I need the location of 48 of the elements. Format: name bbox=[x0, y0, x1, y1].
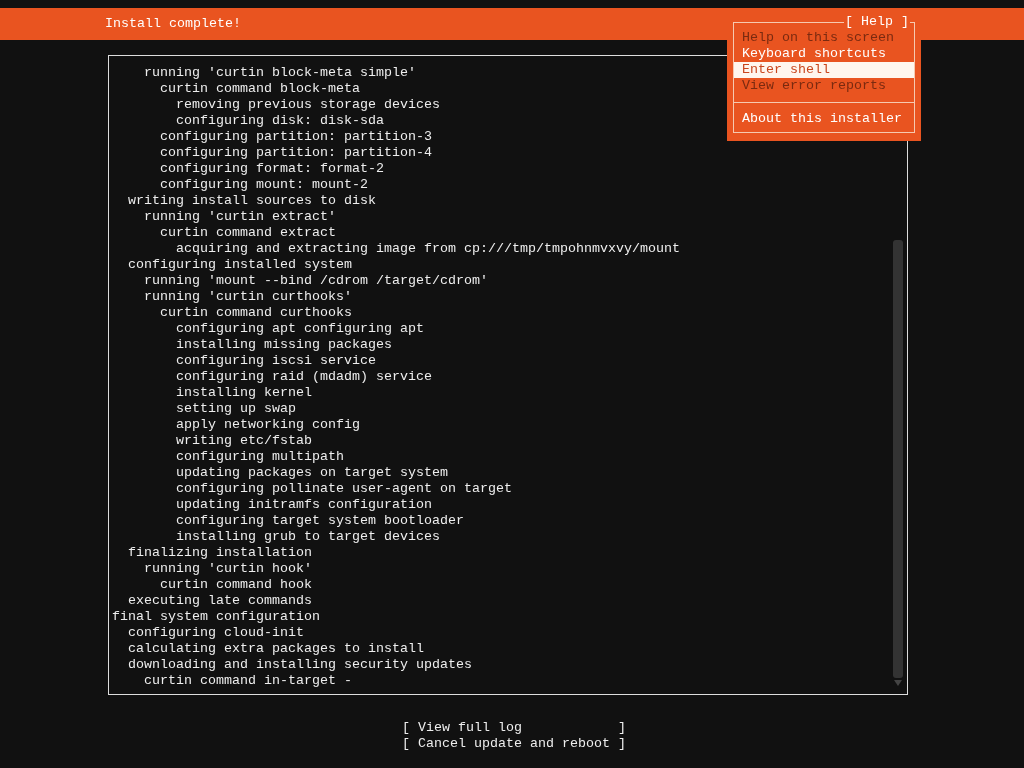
log-line: running 'mount --bind /cdrom /target/cdrom' bbox=[144, 273, 488, 289]
screen-title: Install complete! bbox=[105, 16, 241, 32]
action-button[interactable]: [ View full log ] bbox=[402, 720, 626, 736]
log-line: configuring partition: partition-4 bbox=[160, 145, 432, 161]
log-line: updating initramfs configuration bbox=[176, 497, 432, 513]
log-line: configuring cloud-init bbox=[128, 625, 304, 641]
log-line: configuring pollinate user-agent on target bbox=[176, 481, 512, 497]
log-line: installing kernel bbox=[176, 385, 312, 401]
log-line: writing etc/fstab bbox=[176, 433, 312, 449]
log-line: curtin command block-meta bbox=[160, 81, 360, 97]
log-line: curtin command extract bbox=[160, 225, 336, 241]
log-line: running 'curtin hook' bbox=[144, 561, 312, 577]
scrollbar[interactable] bbox=[893, 240, 903, 678]
log-line: acquiring and extracting image from cp:///tmp/tmpohnmvxvy/mount bbox=[176, 241, 680, 257]
menu-title: [ Help ] bbox=[844, 14, 910, 30]
log-line: calculating extra packages to install bbox=[128, 641, 424, 657]
log-line: running 'curtin curthooks' bbox=[144, 289, 352, 305]
log-line: executing late commands bbox=[128, 593, 312, 609]
chevron-down-icon bbox=[894, 680, 902, 686]
log-line: configuring target system bootloader bbox=[176, 513, 464, 529]
log-line: configuring mount: mount-2 bbox=[160, 177, 368, 193]
log-line: updating packages on target system bbox=[176, 465, 448, 481]
log-line: running 'curtin block-meta simple' bbox=[144, 65, 416, 81]
log-line: curtin command in-target - bbox=[144, 673, 352, 689]
menu-item[interactable]: Keyboard shortcuts bbox=[734, 46, 914, 62]
log-line: configuring disk: disk-sda bbox=[176, 113, 384, 129]
log-line: configuring multipath bbox=[176, 449, 344, 465]
log-line: installing grub to target devices bbox=[176, 529, 440, 545]
log-line: configuring apt configuring apt bbox=[176, 321, 424, 337]
log-line: removing previous storage devices bbox=[176, 97, 440, 113]
log-line: running 'curtin extract' bbox=[144, 209, 336, 225]
log-line: configuring format: format-2 bbox=[160, 161, 384, 177]
log-line: configuring partition: partition-3 bbox=[160, 129, 432, 145]
log-line: writing install sources to disk bbox=[128, 193, 376, 209]
menu-item[interactable]: Enter shell bbox=[734, 62, 914, 78]
log-line: curtin command curthooks bbox=[160, 305, 352, 321]
log-line: curtin command hook bbox=[160, 577, 312, 593]
log-line: downloading and installing security updates bbox=[128, 657, 472, 673]
log-line: configuring raid (mdadm) service bbox=[176, 369, 432, 385]
log-line: final system configuration bbox=[112, 609, 320, 625]
action-button[interactable]: [ Cancel update and reboot ] bbox=[402, 736, 626, 752]
log-line: configuring installed system bbox=[128, 257, 352, 273]
log-line: installing missing packages bbox=[176, 337, 392, 353]
log-line: setting up swap bbox=[176, 401, 296, 417]
log-line: apply networking config bbox=[176, 417, 360, 433]
menu-item[interactable]: About this installer bbox=[734, 111, 914, 127]
log-line: configuring iscsi service bbox=[176, 353, 376, 369]
log-line: finalizing installation bbox=[128, 545, 312, 561]
